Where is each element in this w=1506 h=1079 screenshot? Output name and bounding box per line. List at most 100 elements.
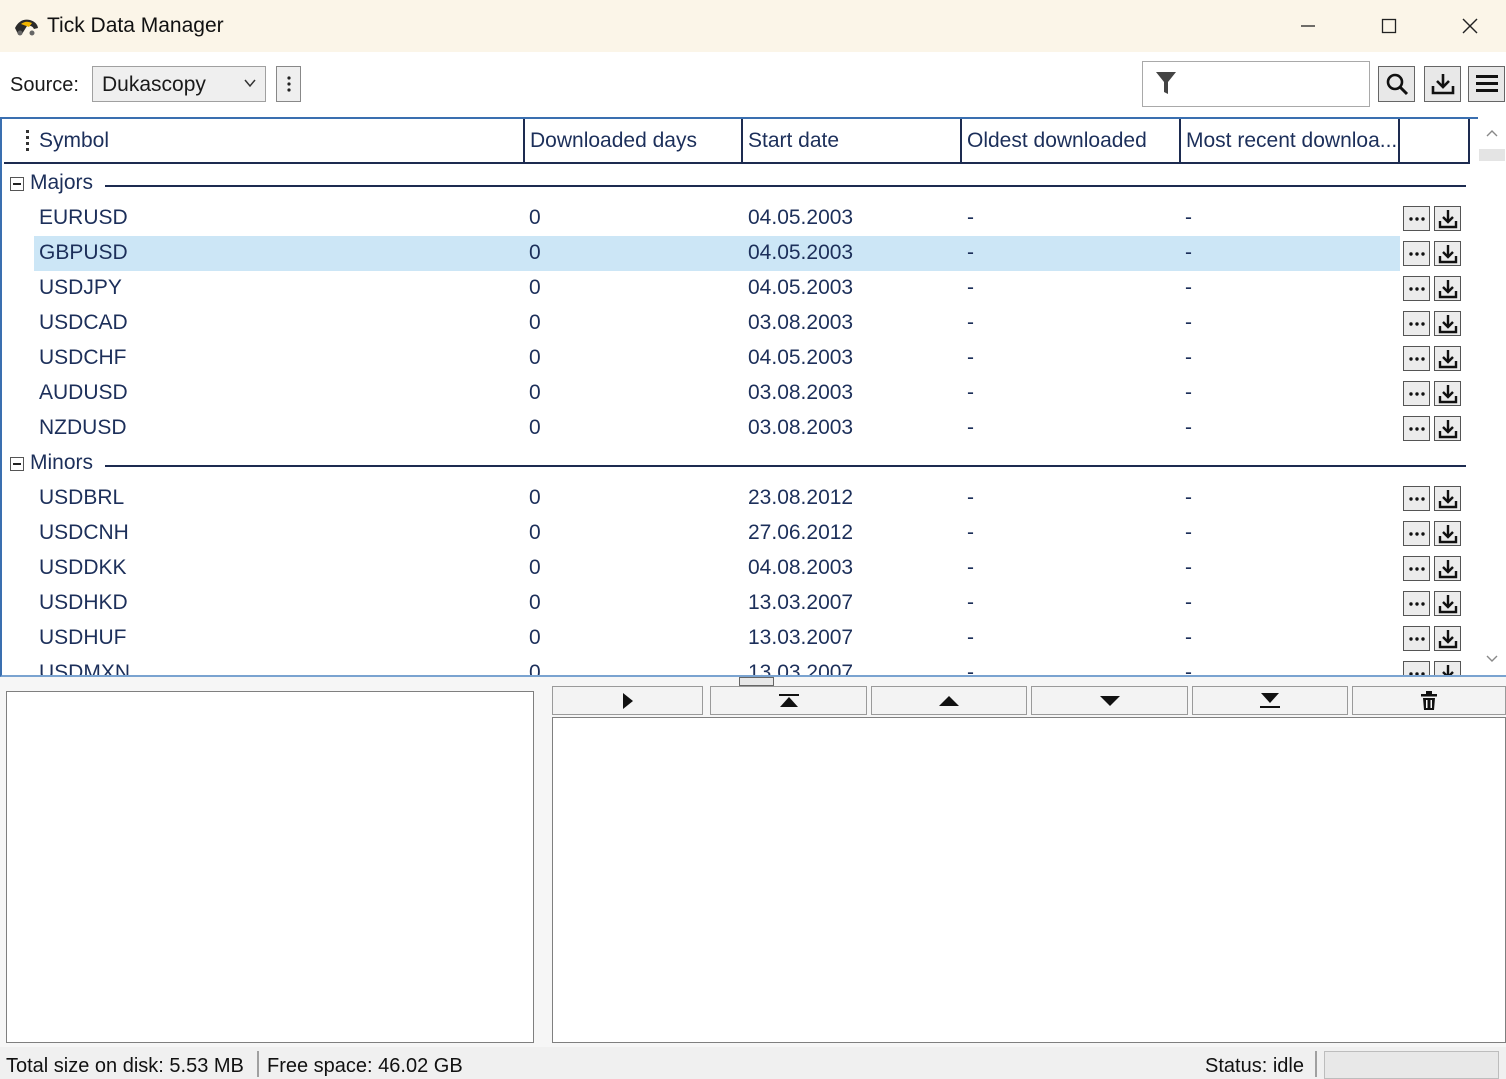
row-more-button[interactable] [1403,276,1430,301]
more-icon [1408,286,1425,291]
row-download-button[interactable] [1434,276,1461,301]
row-download-button[interactable] [1434,661,1461,675]
table-row[interactable]: USDBRL 0 23.08.2012 - - [34,481,1468,516]
most-recent-cell: - [1185,661,1192,677]
main-menu-button[interactable] [1468,66,1505,102]
log-clear-button[interactable] [1352,686,1506,715]
oldest-downloaded-cell: - [967,556,974,579]
most-recent-cell: - [1185,556,1192,579]
more-icon [1408,356,1425,361]
scroll-down-icon [1099,695,1120,706]
row-download-button[interactable] [1434,311,1461,336]
oldest-downloaded-cell: - [967,626,974,649]
row-more-button[interactable] [1403,521,1430,546]
row-download-button[interactable] [1434,381,1461,406]
row-download-button[interactable] [1434,206,1461,231]
column-header-downloaded-days[interactable]: Downloaded days [523,119,742,162]
scroll-down-arrow-icon[interactable] [1486,655,1498,663]
minimize-button[interactable] [1268,0,1348,52]
download-all-button[interactable] [1424,66,1461,102]
download-icon [1438,244,1457,263]
disk-size-text: Total size on disk: 5.53 MB [6,1055,244,1077]
more-icon [1408,216,1425,221]
row-more-button[interactable] [1403,241,1430,266]
row-more-button[interactable] [1403,311,1430,336]
table-row[interactable]: USDHUF 0 13.03.2007 - - [34,621,1468,656]
row-more-button[interactable] [1403,416,1430,441]
download-icon [1438,489,1457,508]
column-chooser-grip-icon[interactable] [26,130,30,152]
symbol-cell: USDCNH [39,521,129,544]
row-more-button[interactable] [1403,381,1430,406]
row-more-button[interactable] [1403,591,1430,616]
log-scroll-top-button[interactable] [710,686,867,715]
source-select[interactable]: Dukascopy [92,66,266,102]
column-header-start-date[interactable]: Start date [741,119,961,162]
scroll-bottom-icon [1260,692,1280,708]
chevron-down-icon [244,79,256,88]
group-row: Majors [4,166,1470,201]
table-row[interactable]: USDMXN 0 13.03.2007 - - [34,656,1468,677]
trash-icon [1421,690,1437,710]
row-more-button[interactable] [1403,486,1430,511]
table-row[interactable]: NZDUSD 0 03.08.2003 - - [34,411,1468,446]
log-scroll-down-button[interactable] [1031,686,1188,715]
collapse-icon[interactable] [10,177,24,191]
search-button[interactable] [1378,66,1415,102]
row-more-button[interactable] [1403,626,1430,651]
close-button[interactable] [1430,0,1506,52]
most-recent-cell: - [1185,626,1192,649]
row-more-button[interactable] [1403,346,1430,371]
scroll-up-arrow-icon[interactable] [1486,129,1498,137]
scrollbar-thumb[interactable] [1479,149,1505,161]
log-scroll-bottom-button[interactable] [1192,686,1348,715]
table-row[interactable]: USDHKD 0 13.03.2007 - - [34,586,1468,621]
more-icon [1408,496,1425,501]
filter-field[interactable] [1142,61,1370,107]
oldest-downloaded-cell: - [967,591,974,614]
table-row[interactable]: USDCHF 0 04.05.2003 - - [34,341,1468,376]
maximize-icon [1381,18,1397,34]
table-row[interactable]: EURUSD 0 04.05.2003 - - [34,201,1468,236]
table-row[interactable]: USDCNH 0 27.06.2012 - - [34,516,1468,551]
source-options-button[interactable] [276,66,301,102]
start-date-cell: 13.03.2007 [748,591,854,614]
row-more-button[interactable] [1403,556,1430,581]
column-header-most-recent[interactable]: Most recent downloa... [1179,119,1399,162]
log-scroll-up-button[interactable] [871,686,1027,715]
row-more-button[interactable] [1403,661,1430,675]
splitter-handle[interactable] [739,677,774,686]
window-title: Tick Data Manager [47,14,224,37]
row-download-button[interactable] [1434,486,1461,511]
row-download-button[interactable] [1434,241,1461,266]
row-download-button[interactable] [1434,416,1461,441]
table-row[interactable]: USDJPY 0 04.05.2003 - - [34,271,1468,306]
row-download-button[interactable] [1434,521,1461,546]
symbol-cell: AUDUSD [39,381,128,404]
column-header-symbol[interactable]: Symbol [34,119,524,162]
oldest-downloaded-cell: - [967,486,974,509]
table-row[interactable]: GBPUSD 0 04.05.2003 - - [34,236,1468,271]
start-date-cell: 13.03.2007 [748,661,854,677]
row-download-button[interactable] [1434,346,1461,371]
grid-scrollbar[interactable] [1478,117,1506,675]
table-row[interactable]: AUDUSD 0 03.08.2003 - - [34,376,1468,411]
filter-input[interactable] [1187,68,1363,100]
table-row[interactable]: USDDKK 0 04.08.2003 - - [34,551,1468,586]
table-row[interactable]: USDCAD 0 03.08.2003 - - [34,306,1468,341]
start-date-cell: 04.05.2003 [748,276,854,299]
log-play-button[interactable] [552,686,703,715]
collapse-icon[interactable] [10,457,24,471]
most-recent-cell: - [1185,521,1192,544]
row-download-button[interactable] [1434,591,1461,616]
symbol-cell: USDHUF [39,626,127,649]
row-download-button[interactable] [1434,556,1461,581]
row-download-button[interactable] [1434,626,1461,651]
start-date-cell: 03.08.2003 [748,381,854,404]
free-space-text: Free space: 46.02 GB [267,1055,463,1077]
row-more-button[interactable] [1403,206,1430,231]
maximize-button[interactable] [1349,0,1429,52]
group-label: Majors [30,171,94,194]
search-icon [1386,73,1408,96]
column-header-oldest-downloaded[interactable]: Oldest downloaded [960,119,1180,162]
